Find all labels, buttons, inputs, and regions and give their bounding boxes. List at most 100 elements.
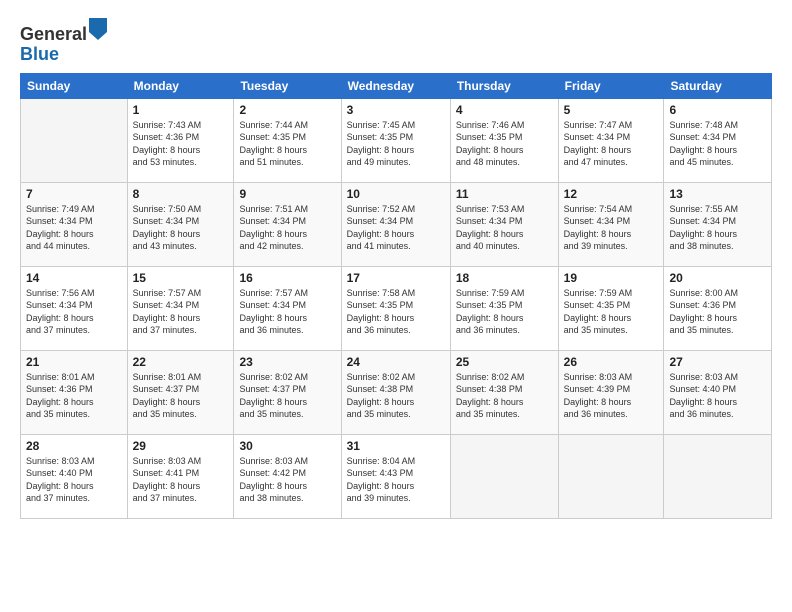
- day-number: 31: [347, 439, 445, 453]
- day-info: Sunrise: 7:48 AMSunset: 4:34 PMDaylight:…: [669, 119, 766, 169]
- day-info: Sunrise: 8:04 AMSunset: 4:43 PMDaylight:…: [347, 455, 445, 505]
- day-info: Sunrise: 8:03 AMSunset: 4:40 PMDaylight:…: [669, 371, 766, 421]
- logo-general: General: [20, 24, 87, 44]
- day-info: Sunrise: 8:03 AMSunset: 4:41 PMDaylight:…: [133, 455, 229, 505]
- calendar-cell: [21, 98, 128, 182]
- day-number: 15: [133, 271, 229, 285]
- calendar-cell: [664, 434, 772, 518]
- day-info: Sunrise: 7:50 AMSunset: 4:34 PMDaylight:…: [133, 203, 229, 253]
- logo-blue: Blue: [20, 44, 59, 64]
- day-info: Sunrise: 8:01 AMSunset: 4:37 PMDaylight:…: [133, 371, 229, 421]
- calendar-cell: 16 Sunrise: 7:57 AMSunset: 4:34 PMDayligh…: [234, 266, 341, 350]
- weekday-header: Saturday: [664, 73, 772, 98]
- calendar-cell: 3 Sunrise: 7:45 AMSunset: 4:35 PMDaylight…: [341, 98, 450, 182]
- day-number: 26: [564, 355, 659, 369]
- day-number: 7: [26, 187, 122, 201]
- day-number: 13: [669, 187, 766, 201]
- calendar-cell: 4 Sunrise: 7:46 AMSunset: 4:35 PMDaylight…: [450, 98, 558, 182]
- day-info: Sunrise: 7:46 AMSunset: 4:35 PMDaylight:…: [456, 119, 553, 169]
- day-number: 16: [239, 271, 335, 285]
- day-number: 23: [239, 355, 335, 369]
- day-number: 8: [133, 187, 229, 201]
- calendar-cell: 2 Sunrise: 7:44 AMSunset: 4:35 PMDaylight…: [234, 98, 341, 182]
- day-number: 5: [564, 103, 659, 117]
- calendar-cell: 12 Sunrise: 7:54 AMSunset: 4:34 PMDayligh…: [558, 182, 664, 266]
- day-number: 3: [347, 103, 445, 117]
- day-info: Sunrise: 8:03 AMSunset: 4:39 PMDaylight:…: [564, 371, 659, 421]
- day-number: 4: [456, 103, 553, 117]
- logo: General Blue: [20, 18, 107, 65]
- day-number: 14: [26, 271, 122, 285]
- calendar-cell: 24Sunrise: 8:02 AMSunset: 4:38 PMDayligh…: [341, 350, 450, 434]
- calendar-cell: 7 Sunrise: 7:49 AMSunset: 4:34 PMDaylight…: [21, 182, 128, 266]
- day-info: Sunrise: 7:56 AMSunset: 4:34 PMDaylight:…: [26, 287, 122, 337]
- day-info: Sunrise: 7:45 AMSunset: 4:35 PMDaylight:…: [347, 119, 445, 169]
- weekday-header: Sunday: [21, 73, 128, 98]
- day-number: 1: [133, 103, 229, 117]
- calendar-cell: 17 Sunrise: 7:58 AMSunset: 4:35 PMDayligh…: [341, 266, 450, 350]
- day-info: Sunrise: 7:44 AMSunset: 4:35 PMDaylight:…: [239, 119, 335, 169]
- day-number: 28: [26, 439, 122, 453]
- calendar-cell: 28 Sunrise: 8:03 AMSunset: 4:40 PMDayligh…: [21, 434, 128, 518]
- day-number: 27: [669, 355, 766, 369]
- calendar-cell: 18 Sunrise: 7:59 AMSunset: 4:35 PMDayligh…: [450, 266, 558, 350]
- day-info: Sunrise: 7:55 AMSunset: 4:34 PMDaylight:…: [669, 203, 766, 253]
- calendar-cell: 30 Sunrise: 8:03 AMSunset: 4:42 PMDayligh…: [234, 434, 341, 518]
- day-number: 2: [239, 103, 335, 117]
- day-number: 6: [669, 103, 766, 117]
- weekday-header: Thursday: [450, 73, 558, 98]
- day-number: 20: [669, 271, 766, 285]
- day-info: Sunrise: 7:57 AMSunset: 4:34 PMDaylight:…: [133, 287, 229, 337]
- day-info: Sunrise: 8:03 AMSunset: 4:42 PMDaylight:…: [239, 455, 335, 505]
- calendar-table: SundayMondayTuesdayWednesdayThursdayFrid…: [20, 73, 772, 519]
- day-info: Sunrise: 8:03 AMSunset: 4:40 PMDaylight:…: [26, 455, 122, 505]
- calendar-cell: 21Sunrise: 8:01 AMSunset: 4:36 PMDayligh…: [21, 350, 128, 434]
- day-info: Sunrise: 8:01 AMSunset: 4:36 PMDaylight:…: [26, 371, 122, 421]
- day-number: 18: [456, 271, 553, 285]
- day-info: Sunrise: 7:54 AMSunset: 4:34 PMDaylight:…: [564, 203, 659, 253]
- calendar-cell: 26 Sunrise: 8:03 AMSunset: 4:39 PMDayligh…: [558, 350, 664, 434]
- day-number: 29: [133, 439, 229, 453]
- day-info: Sunrise: 7:52 AMSunset: 4:34 PMDaylight:…: [347, 203, 445, 253]
- calendar-cell: 20 Sunrise: 8:00 AMSunset: 4:36 PMDayligh…: [664, 266, 772, 350]
- calendar-cell: [450, 434, 558, 518]
- day-info: Sunrise: 7:58 AMSunset: 4:35 PMDaylight:…: [347, 287, 445, 337]
- day-info: Sunrise: 7:43 AMSunset: 4:36 PMDaylight:…: [133, 119, 229, 169]
- calendar-cell: 13 Sunrise: 7:55 AMSunset: 4:34 PMDayligh…: [664, 182, 772, 266]
- calendar-cell: 23 Sunrise: 8:02 AMSunset: 4:37 PMDayligh…: [234, 350, 341, 434]
- calendar-cell: 29 Sunrise: 8:03 AMSunset: 4:41 PMDayligh…: [127, 434, 234, 518]
- day-info: Sunrise: 7:59 AMSunset: 4:35 PMDaylight:…: [456, 287, 553, 337]
- calendar-cell: 1 Sunrise: 7:43 AMSunset: 4:36 PMDaylight…: [127, 98, 234, 182]
- day-info: Sunrise: 7:49 AMSunset: 4:34 PMDaylight:…: [26, 203, 122, 253]
- calendar-cell: 11 Sunrise: 7:53 AMSunset: 4:34 PMDayligh…: [450, 182, 558, 266]
- weekday-header: Wednesday: [341, 73, 450, 98]
- calendar-cell: 27 Sunrise: 8:03 AMSunset: 4:40 PMDayligh…: [664, 350, 772, 434]
- day-number: 12: [564, 187, 659, 201]
- calendar-cell: 5 Sunrise: 7:47 AMSunset: 4:34 PMDaylight…: [558, 98, 664, 182]
- day-number: 9: [239, 187, 335, 201]
- day-number: 11: [456, 187, 553, 201]
- header: General Blue: [20, 18, 772, 65]
- weekday-header: Tuesday: [234, 73, 341, 98]
- calendar-cell: 10Sunrise: 7:52 AMSunset: 4:34 PMDayligh…: [341, 182, 450, 266]
- day-info: Sunrise: 8:00 AMSunset: 4:36 PMDaylight:…: [669, 287, 766, 337]
- day-number: 25: [456, 355, 553, 369]
- day-info: Sunrise: 8:02 AMSunset: 4:37 PMDaylight:…: [239, 371, 335, 421]
- weekday-header: Friday: [558, 73, 664, 98]
- day-info: Sunrise: 8:02 AMSunset: 4:38 PMDaylight:…: [456, 371, 553, 421]
- day-number: 17: [347, 271, 445, 285]
- calendar-cell: 22 Sunrise: 8:01 AMSunset: 4:37 PMDayligh…: [127, 350, 234, 434]
- day-info: Sunrise: 7:53 AMSunset: 4:34 PMDaylight:…: [456, 203, 553, 253]
- day-info: Sunrise: 7:59 AMSunset: 4:35 PMDaylight:…: [564, 287, 659, 337]
- day-number: 22: [133, 355, 229, 369]
- day-info: Sunrise: 7:51 AMSunset: 4:34 PMDaylight:…: [239, 203, 335, 253]
- calendar-cell: 19Sunrise: 7:59 AMSunset: 4:35 PMDayligh…: [558, 266, 664, 350]
- day-info: Sunrise: 8:02 AMSunset: 4:38 PMDaylight:…: [347, 371, 445, 421]
- day-info: Sunrise: 7:57 AMSunset: 4:34 PMDaylight:…: [239, 287, 335, 337]
- day-number: 30: [239, 439, 335, 453]
- calendar-cell: 8 Sunrise: 7:50 AMSunset: 4:34 PMDaylight…: [127, 182, 234, 266]
- calendar-cell: 31 Sunrise: 8:04 AMSunset: 4:43 PMDayligh…: [341, 434, 450, 518]
- day-info: Sunrise: 7:47 AMSunset: 4:34 PMDaylight:…: [564, 119, 659, 169]
- weekday-header: Monday: [127, 73, 234, 98]
- calendar-cell: 14 Sunrise: 7:56 AMSunset: 4:34 PMDayligh…: [21, 266, 128, 350]
